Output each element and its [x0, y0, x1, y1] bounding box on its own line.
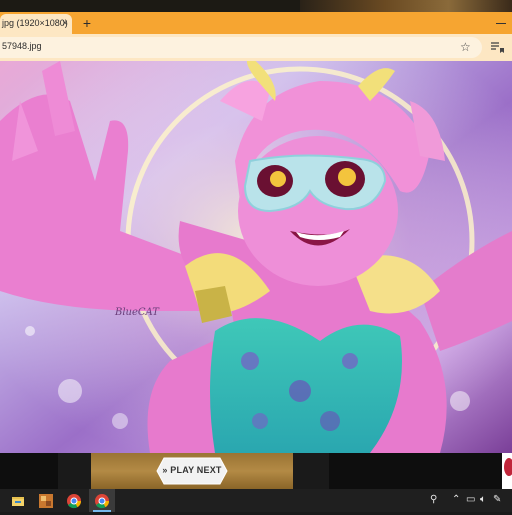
chevron-up-icon[interactable]: ⌃ — [452, 493, 460, 507]
ad-right-thumbnail[interactable] — [502, 453, 512, 489]
play-next-label: » PLAY NEXT — [156, 465, 228, 475]
address-bar: 57948.jpg ☆ — [0, 34, 512, 61]
language-icon[interactable]: ✎ — [493, 493, 501, 507]
image-viewport[interactable]: BlueCAT — [0, 61, 512, 453]
volume-icon[interactable]: 🔈︎ — [480, 493, 486, 507]
taskbar: ⚲ ⌃ ▭ 🔈︎ ✎ — [0, 489, 512, 512]
minimize-icon[interactable] — [494, 16, 508, 28]
tab-bar: jpg (1920×1080) × — [0, 12, 512, 34]
tab-title: jpg (1920×1080) — [2, 18, 68, 28]
desktop-background-strip — [0, 0, 512, 12]
play-next-text: PLAY NEXT — [170, 465, 222, 475]
chrome-active-tab[interactable] — [89, 489, 115, 512]
ad-side-panel — [58, 453, 92, 489]
ad-thumb-art — [502, 453, 512, 489]
tab-image[interactable]: jpg (1920×1080) × — [0, 14, 72, 34]
star-icon[interactable]: ☆ — [460, 39, 471, 55]
play-next-button[interactable]: » PLAY NEXT — [156, 456, 228, 486]
omnibox[interactable]: 57948.jpg ☆ — [0, 37, 482, 58]
artist-signature: BlueCAT — [115, 307, 159, 318]
double-chevron-icon: » — [162, 465, 168, 475]
chrome-active-icon — [93, 492, 111, 510]
reading-queue-icon[interactable] — [490, 39, 504, 55]
chrome-icon[interactable] — [65, 492, 83, 510]
new-tab-button[interactable]: + — [78, 14, 96, 32]
file-explorer-icon[interactable] — [9, 492, 27, 510]
photos-icon[interactable] — [37, 492, 55, 510]
people-icon[interactable]: ⚲ — [430, 493, 437, 507]
ad-bar: » PLAY NEXT — [0, 453, 512, 489]
network-icon[interactable]: ▭ — [466, 493, 475, 507]
artwork — [0, 61, 512, 453]
tab-close-icon[interactable]: × — [62, 18, 68, 30]
desktop-background-warm — [300, 0, 512, 12]
ad-dark-panel — [293, 453, 329, 489]
url-text[interactable]: 57948.jpg — [2, 41, 42, 51]
